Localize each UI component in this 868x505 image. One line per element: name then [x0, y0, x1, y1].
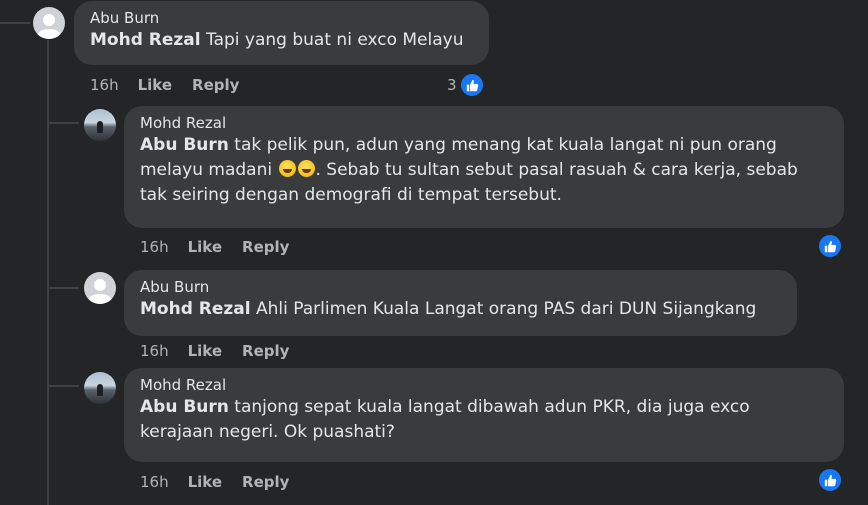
comment-bubble: Mohd Rezal Abu Burn tak pelik pun, adun … [124, 106, 844, 228]
comment-text: melayu madani . Sebab tu sultan sebut pa… [140, 158, 830, 183]
reply-button[interactable]: Reply [242, 473, 289, 491]
comment-body-line-1: tanjong sepat kuala langat dibawah adun … [228, 397, 750, 417]
reaction-count[interactable]: 3 [447, 76, 457, 94]
comment-text: Abu Burn tanjong sepat kuala langat diba… [140, 395, 830, 420]
mention-link[interactable]: Mohd Rezal [90, 30, 201, 50]
comment-body-line-2b: . Sebab tu sultan sebut pasal rasuah & c… [315, 160, 798, 180]
comment-author[interactable]: Abu Burn [140, 277, 783, 297]
comment-text: Mohd Rezal Tapi yang buat ni exco Melayu [90, 28, 475, 53]
comment-bubble: Abu Burn Mohd Rezal Ahli Parlimen Kuala … [124, 270, 797, 336]
thread-branch-4 [47, 385, 79, 387]
reply-button[interactable]: Reply [192, 76, 239, 94]
avatar[interactable] [84, 109, 116, 141]
like-button[interactable]: Like [188, 238, 222, 256]
comment-actions: 16h Like Reply [140, 471, 289, 493]
comment-text: Mohd Rezal Ahli Parlimen Kuala Langat or… [140, 297, 783, 322]
comment-body-line-1: tak pelik pun, adun yang menang kat kual… [228, 135, 777, 155]
comment-actions: 16h Like Reply [140, 236, 289, 258]
like-button[interactable]: Like [138, 76, 172, 94]
rofl-emoji-icon [278, 160, 296, 177]
mention-link[interactable]: Abu Burn [140, 397, 229, 417]
like-button[interactable]: Like [188, 342, 222, 360]
mention-link[interactable]: Abu Burn [140, 135, 229, 155]
comment-bubble: Abu Burn Mohd Rezal Tapi yang buat ni ex… [74, 1, 489, 65]
timestamp[interactable]: 16h [140, 238, 169, 256]
comment-text: Abu Burn tak pelik pun, adun yang menang… [140, 133, 830, 158]
thread-branch-2 [47, 122, 79, 124]
comment-actions: 16h Like Reply [140, 340, 289, 362]
like-reaction-icon[interactable] [817, 233, 843, 259]
reply-button[interactable]: Reply [242, 342, 289, 360]
reply-button[interactable]: Reply [242, 238, 289, 256]
timestamp[interactable]: 16h [140, 473, 169, 491]
thread-branch-3 [47, 287, 79, 289]
comment-actions: 16h Like Reply [90, 74, 239, 96]
thread-line-main [47, 40, 49, 505]
timestamp[interactable]: 16h [90, 76, 119, 94]
avatar[interactable] [84, 372, 116, 404]
comment-author[interactable]: Mohd Rezal [140, 375, 830, 395]
thread-line-top [0, 22, 30, 24]
avatar[interactable] [33, 7, 65, 39]
comment-author[interactable]: Mohd Rezal [140, 113, 830, 133]
mention-link[interactable]: Mohd Rezal [140, 299, 251, 319]
like-reaction-icon[interactable] [817, 467, 843, 493]
comment-bubble: Mohd Rezal Abu Burn tanjong sepat kuala … [124, 368, 844, 462]
rofl-emoji-icon [297, 160, 315, 177]
like-reaction-icon[interactable] [459, 72, 485, 98]
comment-body-line-3: tak seiring dengan demografi di tempat t… [140, 185, 562, 205]
like-button[interactable]: Like [188, 473, 222, 491]
comment-text: kerajaan negeri. Ok puashati? [140, 420, 830, 445]
timestamp[interactable]: 16h [140, 342, 169, 360]
comment-body-line-2a: melayu madani [140, 160, 278, 180]
comment-body: Tapi yang buat ni exco Melayu [200, 30, 464, 50]
comment-body-line-2: kerajaan negeri. Ok puashati? [140, 422, 395, 442]
avatar[interactable] [84, 272, 116, 304]
comment-body: Ahli Parlimen Kuala Langat orang PAS dar… [250, 299, 757, 319]
comment-author[interactable]: Abu Burn [90, 8, 475, 28]
comment-text: tak seiring dengan demografi di tempat t… [140, 183, 830, 208]
